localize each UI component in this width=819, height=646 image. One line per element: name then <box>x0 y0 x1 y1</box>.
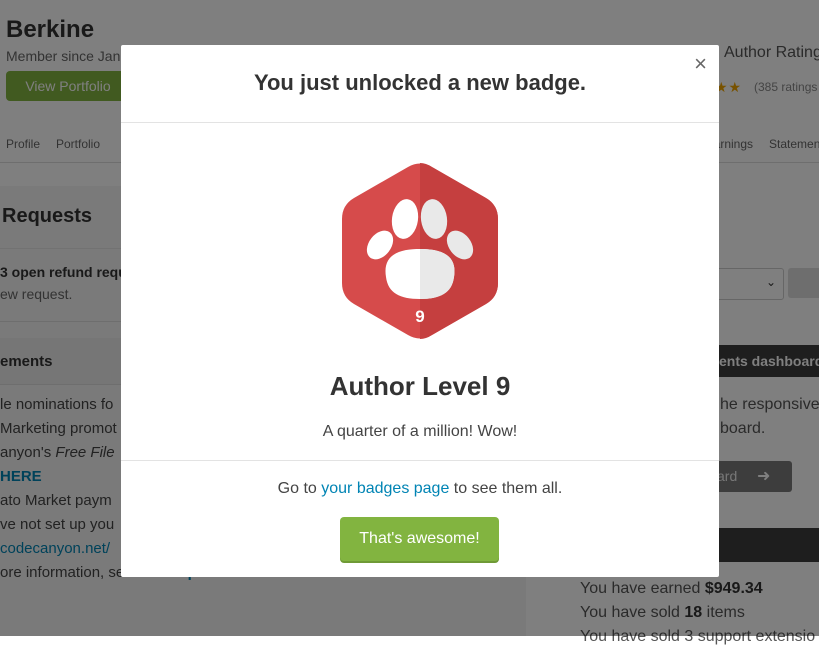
badges-page-link[interactable]: your badges page <box>321 480 449 497</box>
badge-name: Author Level 9 <box>329 371 511 401</box>
modal-divider <box>121 460 719 461</box>
badges-page-text: Go to your badges page to see them all. <box>277 480 563 497</box>
badge-modal: × You just unlocked a new badge. 9 Autho… <box>121 45 719 577</box>
badge-level-number: 9 <box>415 307 424 326</box>
modal-divider <box>121 122 719 123</box>
badge-description: A quarter of a million! Wow! <box>322 423 518 440</box>
paw-badge-icon: 9 <box>342 163 498 339</box>
modal-title: You just unlocked a new badge. <box>253 70 587 95</box>
thats-awesome-button[interactable]: That's awesome! <box>340 517 499 561</box>
